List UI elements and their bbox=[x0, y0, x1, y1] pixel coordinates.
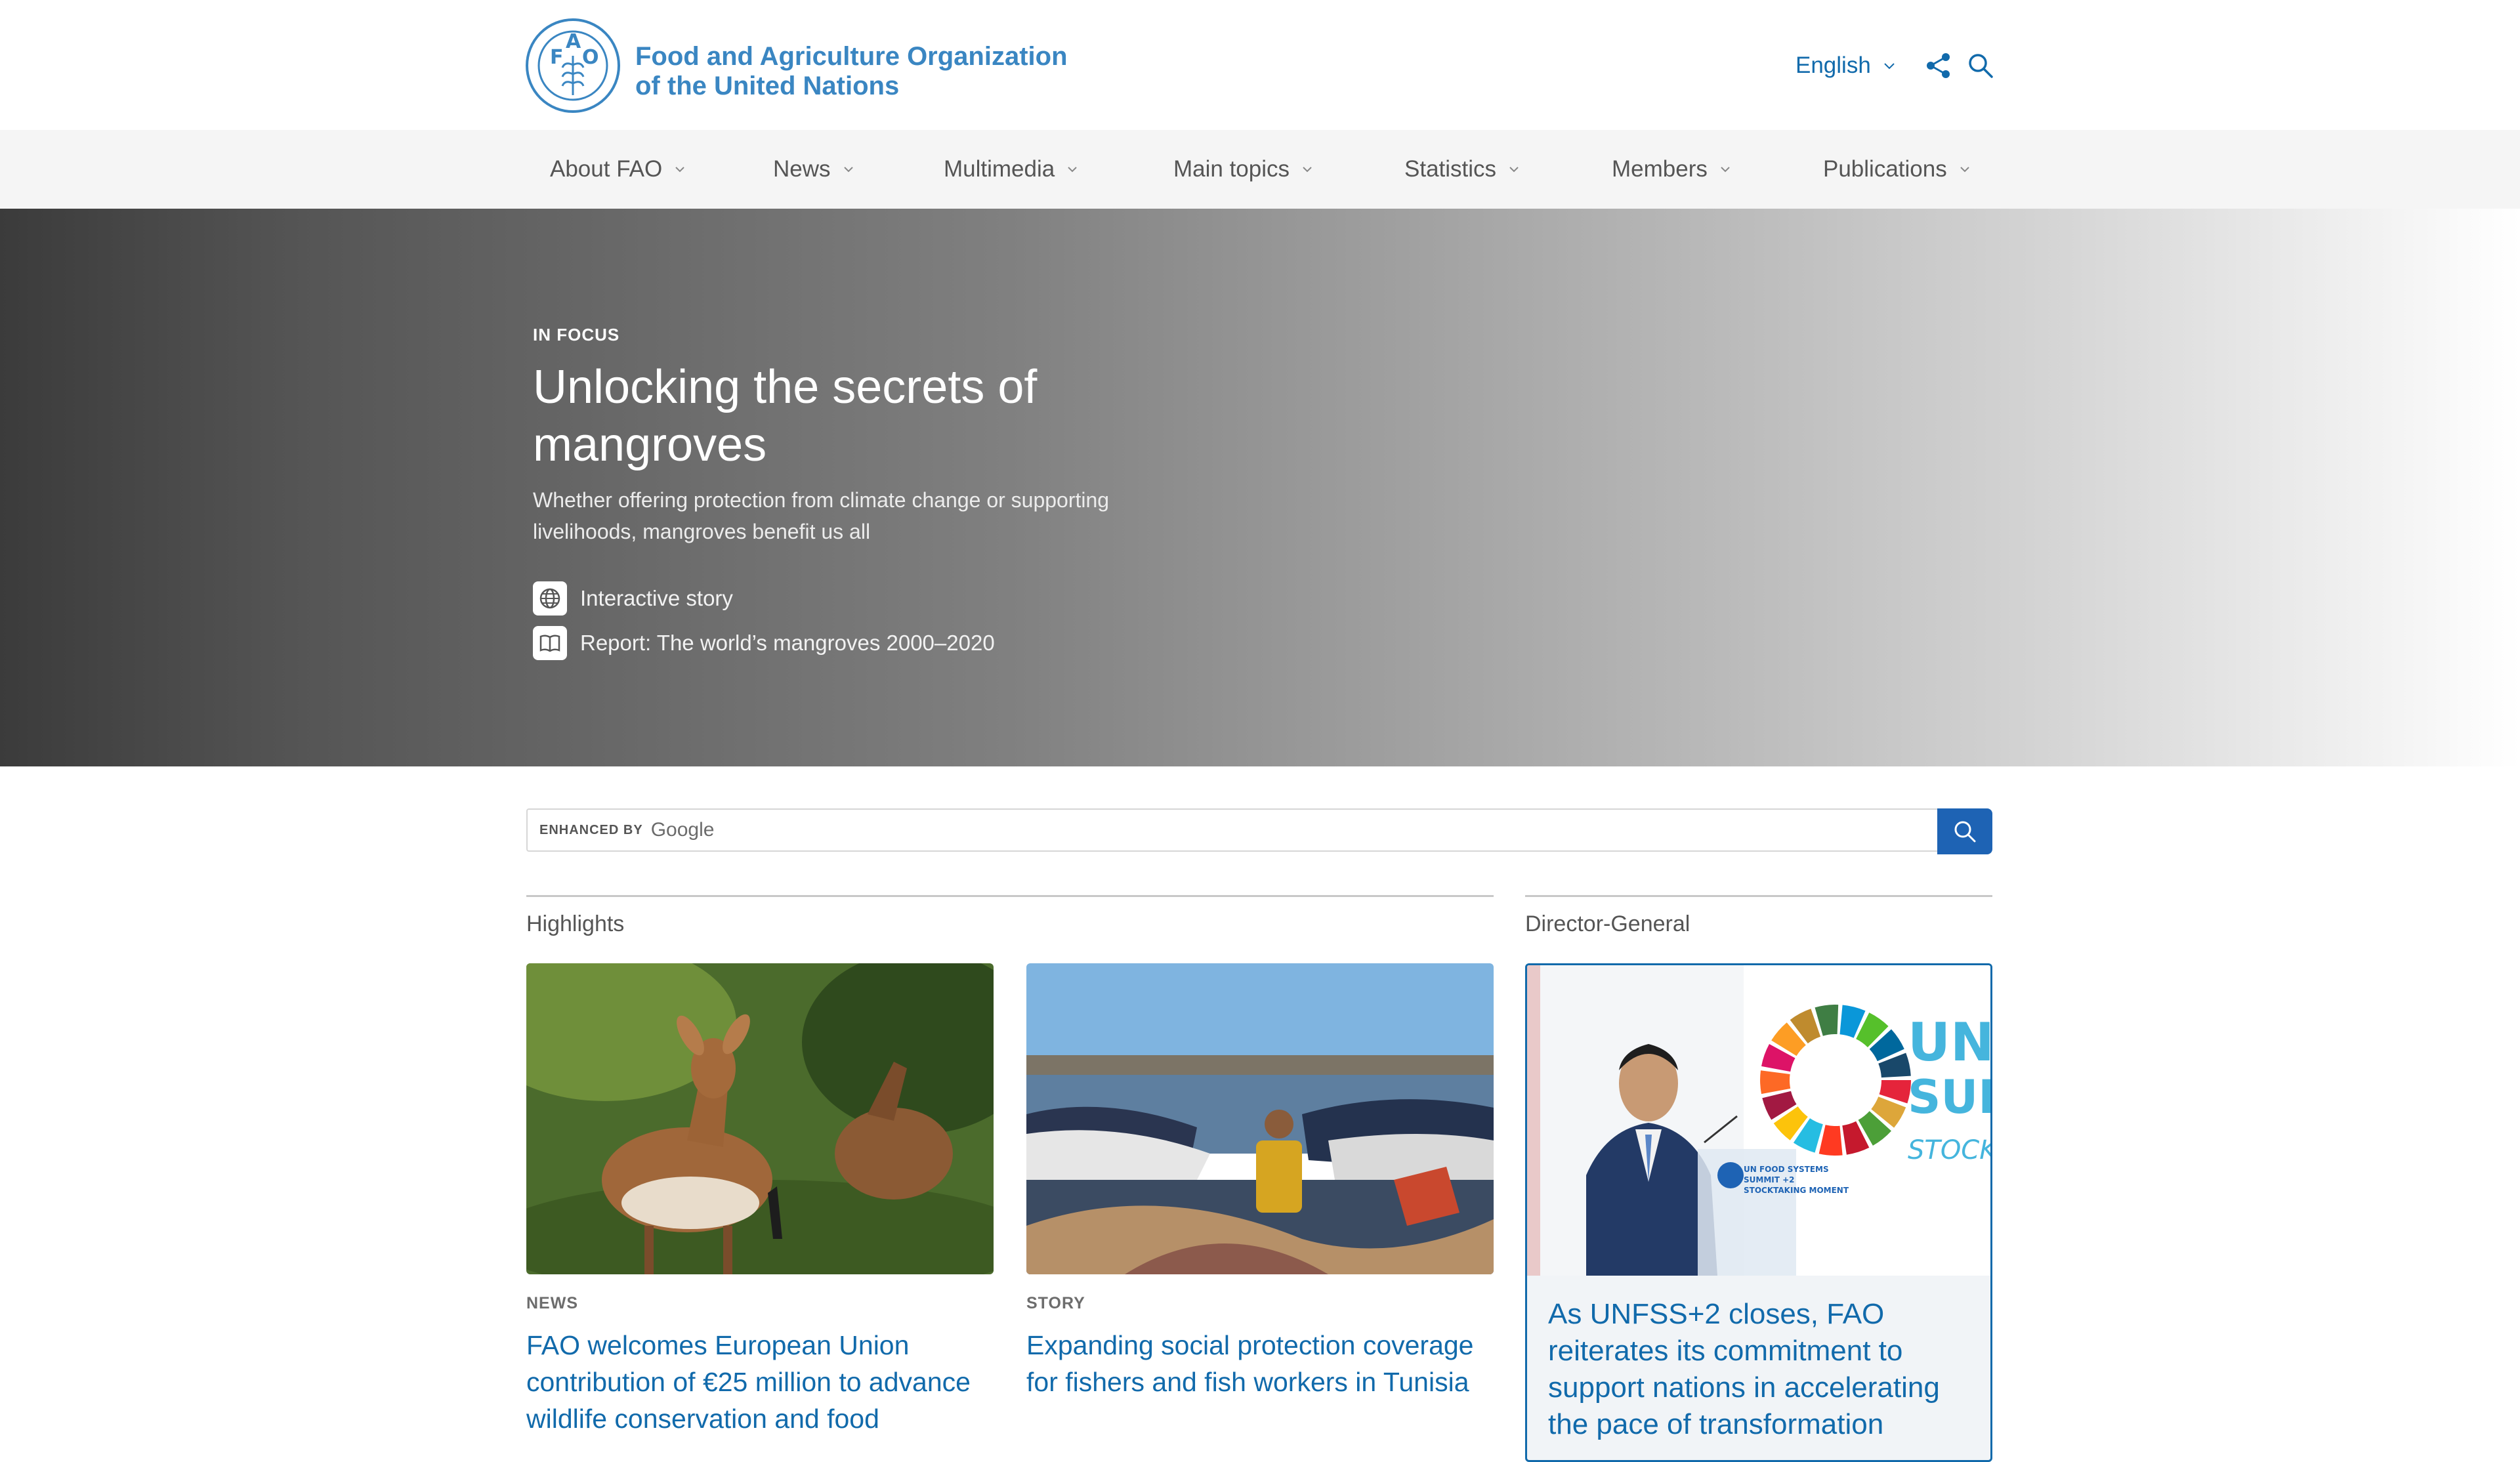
svg-text:A: A bbox=[566, 30, 581, 53]
hero-link-label: Interactive story bbox=[580, 586, 733, 610]
nav-item-label: Statistics bbox=[1404, 156, 1497, 182]
banner-text-line3: STOCKT bbox=[1908, 1135, 1990, 1165]
nav-item-label: News bbox=[773, 156, 831, 182]
fao-logo-emblem[interactable]: F A O bbox=[525, 18, 621, 114]
language-selector[interactable]: English bbox=[1796, 50, 1899, 81]
enhanced-by-label: ENHANCED BY bbox=[539, 822, 643, 837]
svg-text:STOCKTAKING MOMENT: STOCKTAKING MOMENT bbox=[1744, 1186, 1849, 1195]
chevron-down-icon bbox=[1884, 63, 1895, 70]
hero-description: Whether offering protection from climate… bbox=[533, 488, 1110, 543]
google-label: Google bbox=[650, 819, 715, 841]
nav-item-statistics[interactable]: Statistics bbox=[1404, 130, 1522, 209]
chevron-down-icon bbox=[1303, 167, 1312, 173]
nav-item-main-topics[interactable]: Main topics bbox=[1173, 130, 1316, 209]
chevron-down-icon bbox=[843, 167, 853, 173]
chevron-down-icon bbox=[1960, 167, 1969, 173]
open-book-icon bbox=[533, 626, 567, 660]
search-button[interactable] bbox=[1937, 808, 1992, 854]
podium-sign: UN FOOD SYSTEMS bbox=[1744, 1165, 1829, 1174]
chevron-down-icon bbox=[1721, 167, 1730, 173]
banner-text-line2: SUMI bbox=[1908, 1070, 1990, 1124]
nav-item-label: About FAO bbox=[550, 156, 663, 182]
nav-item-multimedia[interactable]: Multimedia bbox=[944, 130, 1081, 209]
share-icon[interactable] bbox=[1924, 51, 1953, 80]
main-navigation: About FAO News Multimedia Main topics St… bbox=[0, 130, 2520, 209]
organization-name-line1: Food and Agriculture Organization bbox=[635, 42, 1068, 71]
story-card-image[interactable] bbox=[1026, 963, 1494, 1274]
hero-banner: IN FOCUS Unlocking the secrets of mangro… bbox=[0, 209, 2520, 766]
hero-kicker: IN FOCUS bbox=[533, 325, 620, 345]
chevron-down-icon bbox=[1509, 167, 1519, 173]
hero-title[interactable]: Unlocking the secrets of mangroves bbox=[533, 358, 1124, 474]
nav-item-label: Publications bbox=[1823, 156, 1947, 182]
director-general-heading: Director-General bbox=[1525, 895, 1992, 937]
hero-link-label: Report: The world’s mangroves 2000–2020 bbox=[580, 631, 995, 655]
nav-item-news[interactable]: News bbox=[773, 130, 857, 209]
news-card-image[interactable] bbox=[526, 963, 994, 1274]
chevron-down-icon bbox=[1068, 167, 1077, 173]
svg-text:SUMMIT +2: SUMMIT +2 bbox=[1744, 1175, 1795, 1184]
director-general-card[interactable]: UN FO SUMI STOCKT UN FOOD SYSTEMS SUMMIT… bbox=[1525, 963, 1992, 1462]
interactive-story-link[interactable]: Interactive story bbox=[533, 581, 733, 616]
nav-item-publications[interactable]: Publications bbox=[1823, 130, 1973, 209]
story-card-type: STORY bbox=[1026, 1294, 1085, 1312]
chevron-down-icon bbox=[675, 167, 684, 173]
director-general-card-title[interactable]: As UNFSS+2 closes, FAO reiterates its co… bbox=[1548, 1296, 1975, 1443]
news-card-title[interactable]: FAO welcomes European Union contribution… bbox=[526, 1327, 994, 1437]
organization-name-line2: of the United Nations bbox=[635, 72, 900, 100]
site-header: F A O Food and Agriculture Organization … bbox=[0, 0, 2520, 130]
language-label: English bbox=[1796, 52, 1871, 78]
search-icon bbox=[1954, 821, 1976, 843]
mangroves-report-link[interactable]: Report: The world’s mangroves 2000–2020 bbox=[533, 626, 995, 660]
nav-item-label: Members bbox=[1612, 156, 1708, 182]
nav-item-members[interactable]: Members bbox=[1612, 130, 1734, 209]
svg-text:O: O bbox=[582, 46, 599, 69]
organization-name[interactable]: Food and Agriculture Organization of the… bbox=[635, 42, 1173, 101]
banner-text-line1: UN FO bbox=[1908, 1012, 1990, 1073]
news-card-type: NEWS bbox=[526, 1294, 578, 1312]
nav-item-label: Main topics bbox=[1173, 156, 1290, 182]
story-card-title[interactable]: Expanding social protection coverage for… bbox=[1026, 1327, 1494, 1400]
globe-icon bbox=[533, 581, 567, 616]
search-input[interactable]: ENHANCED BY Google bbox=[526, 808, 1939, 852]
director-general-photo: UN FO SUMI STOCKT UN FOOD SYSTEMS SUMMIT… bbox=[1527, 965, 1990, 1276]
nav-item-label: Multimedia bbox=[944, 156, 1055, 182]
search-icon[interactable] bbox=[1966, 51, 1995, 80]
svg-text:F: F bbox=[550, 46, 564, 69]
nav-item-about-fao[interactable]: About FAO bbox=[550, 130, 688, 209]
highlights-heading: Highlights bbox=[526, 895, 1494, 937]
site-search-bar: ENHANCED BY Google bbox=[526, 808, 1992, 854]
